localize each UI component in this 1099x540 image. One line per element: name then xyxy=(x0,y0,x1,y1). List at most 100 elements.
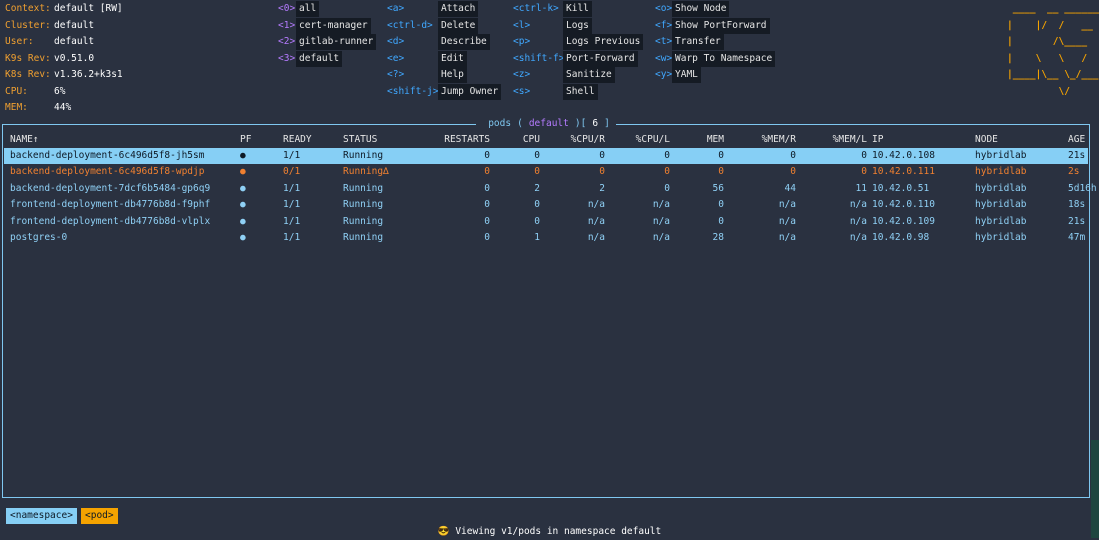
action-key[interactable]: <shift-j> xyxy=(387,84,438,100)
action-label[interactable]: Attach xyxy=(438,1,479,17)
action-label[interactable]: YAML xyxy=(672,67,701,83)
namespace-shortcut-label[interactable]: cert-manager xyxy=(296,17,371,34)
namespace-shortcut-key[interactable]: <3> xyxy=(278,51,295,67)
action-key[interactable]: <?> xyxy=(387,67,404,83)
cluster-info-value: default [RW] xyxy=(54,3,123,14)
action-key[interactable]: <shift-f> xyxy=(513,51,564,67)
table-row[interactable]: frontend-deployment-db4776b8d-vlplx ● 1/1 R… xyxy=(4,214,1088,230)
table-row[interactable]: backend-deployment-7dcf6b5484-gp6q9 ● 1/1 R… xyxy=(4,181,1097,197)
action-key[interactable]: <o> xyxy=(655,1,672,17)
column-header[interactable]: RESTARTS xyxy=(440,132,490,148)
table-cell: 0 xyxy=(664,182,670,194)
action-key[interactable]: <s> xyxy=(513,84,530,100)
column-header[interactable]: %CPU/R xyxy=(560,132,605,148)
action-key[interactable]: <a> xyxy=(387,1,404,17)
action-label[interactable]: Show Node xyxy=(672,1,730,17)
action-label[interactable]: Describe xyxy=(438,34,490,50)
table-cell: frontend-deployment-db4776b8d-vlplx xyxy=(10,215,211,227)
breadcrumb-pod[interactable]: <pod> xyxy=(81,508,118,524)
action-key[interactable]: <l> xyxy=(513,18,530,34)
cluster-info-label: Cluster: xyxy=(5,19,51,31)
table-cell: n/a xyxy=(849,215,867,227)
table-cell: 0 xyxy=(534,150,540,161)
cluster-info-value: v1.36.2+k3s1 xyxy=(54,69,123,80)
column-header[interactable]: NAME↑ xyxy=(10,132,230,148)
column-header[interactable]: AGE xyxy=(1068,132,1098,148)
table-row[interactable]: backend-deployment-6c496d5f8-wpdjp ● 0/1 Ru… xyxy=(4,164,1088,180)
action-label[interactable]: Logs xyxy=(563,17,592,34)
table-cell: n/a xyxy=(849,199,867,211)
action-label[interactable]: Help xyxy=(438,67,467,83)
breadcrumb-namespace[interactable]: <namespace> xyxy=(6,508,77,524)
table-cell: 10.42.0.108 xyxy=(872,150,935,161)
logo-line: | |/ / __ \ xyxy=(1007,19,1093,31)
action-key[interactable]: <w> xyxy=(655,51,672,67)
action-key[interactable]: <e> xyxy=(387,51,404,67)
action-label[interactable]: Kill xyxy=(563,1,592,17)
table-cell: 56 xyxy=(712,182,724,194)
cluster-info-value: default xyxy=(54,36,95,47)
table-cell: backend-deployment-7dcf6b5484-gp6q9 xyxy=(10,182,211,194)
action-key[interactable]: <y> xyxy=(655,67,672,83)
frame-title-namespace: default xyxy=(525,118,572,129)
column-header[interactable]: PF xyxy=(240,132,260,148)
table-cell: 0 xyxy=(599,150,605,161)
action-label[interactable]: Logs Previous xyxy=(563,34,644,50)
pf-dot-icon: ● xyxy=(240,150,246,161)
action-label[interactable]: Warp To Namespace xyxy=(672,50,776,67)
action-label[interactable]: Jump Owner xyxy=(438,83,502,100)
table-cell: 0 xyxy=(718,199,724,211)
action-key[interactable]: <ctrl-d> xyxy=(387,18,433,34)
namespace-shortcut-key[interactable]: <0> xyxy=(278,1,295,17)
table-cell: 0 xyxy=(718,166,724,178)
scrollbar[interactable] xyxy=(1091,440,1099,538)
column-header[interactable]: %MEM/R xyxy=(740,132,796,148)
cluster-info-label: CPU: xyxy=(5,85,28,97)
table-cell: 10.42.0.111 xyxy=(872,166,935,178)
table-row[interactable]: backend-deployment-6c496d5f8-jh5sm ● 1/1 Ru… xyxy=(4,148,1088,164)
table-row[interactable]: frontend-deployment-db4776b8d-f9phf ● 1/1 R… xyxy=(4,197,1088,213)
column-header[interactable]: %MEM/L xyxy=(810,132,867,148)
table-cell: Running xyxy=(343,150,384,161)
table-cell: 1/1 xyxy=(283,199,301,211)
table-cell: 1/1 xyxy=(283,232,301,243)
pf-dot-icon: ● xyxy=(240,199,246,211)
action-label[interactable]: Sanitize xyxy=(563,67,615,83)
column-header[interactable]: %CPU/L xyxy=(620,132,670,148)
table-cell: 2s xyxy=(1068,166,1080,178)
action-key[interactable]: <z> xyxy=(513,67,530,83)
action-label[interactable]: Port-Forward xyxy=(563,50,638,67)
action-key[interactable]: <ctrl-k> xyxy=(513,1,559,17)
action-label[interactable]: Shell xyxy=(563,83,598,100)
table-cell: 0 xyxy=(534,166,540,178)
namespace-shortcut-key[interactable]: <2> xyxy=(278,34,295,50)
column-header[interactable]: NODE xyxy=(975,132,1055,148)
table-cell: 28 xyxy=(712,232,724,243)
column-header[interactable]: CPU xyxy=(500,132,540,148)
frame-title: pods(default)[6] xyxy=(0,116,1092,132)
namespace-shortcut-label[interactable]: all xyxy=(296,1,320,17)
action-key[interactable]: <d> xyxy=(387,34,404,50)
table-cell: 0 xyxy=(790,166,796,178)
table-cell: hybridlab xyxy=(975,232,1027,243)
table-cell: 0 xyxy=(599,166,605,178)
table-row[interactable]: postgres-0 ● 1/1 Running 0 1 n/a n/a 28 n/a n/a 10.… xyxy=(4,230,1088,246)
action-label[interactable]: Delete xyxy=(438,17,479,34)
action-key[interactable]: <t> xyxy=(655,34,672,50)
column-header[interactable]: STATUS xyxy=(343,132,423,148)
namespace-shortcut-label[interactable]: default xyxy=(296,50,343,67)
action-label[interactable]: Show PortForward xyxy=(672,17,770,34)
table-cell: 10.42.0.51 xyxy=(872,182,930,194)
action-key[interactable]: <p> xyxy=(513,34,530,50)
action-key[interactable]: <f> xyxy=(655,18,672,34)
action-label[interactable]: Transfer xyxy=(672,34,724,50)
column-header[interactable]: MEM xyxy=(680,132,724,148)
action-label[interactable]: Edit xyxy=(438,50,467,67)
table-cell: n/a xyxy=(587,232,605,243)
column-header[interactable]: IP xyxy=(872,132,962,148)
table-cell: Running xyxy=(343,182,384,194)
column-header[interactable]: READY xyxy=(283,132,323,148)
namespace-shortcut-key[interactable]: <1> xyxy=(278,18,295,34)
namespace-shortcut-label[interactable]: gitlab-runner xyxy=(296,34,377,50)
frame-title-resource: pods xyxy=(485,118,515,129)
